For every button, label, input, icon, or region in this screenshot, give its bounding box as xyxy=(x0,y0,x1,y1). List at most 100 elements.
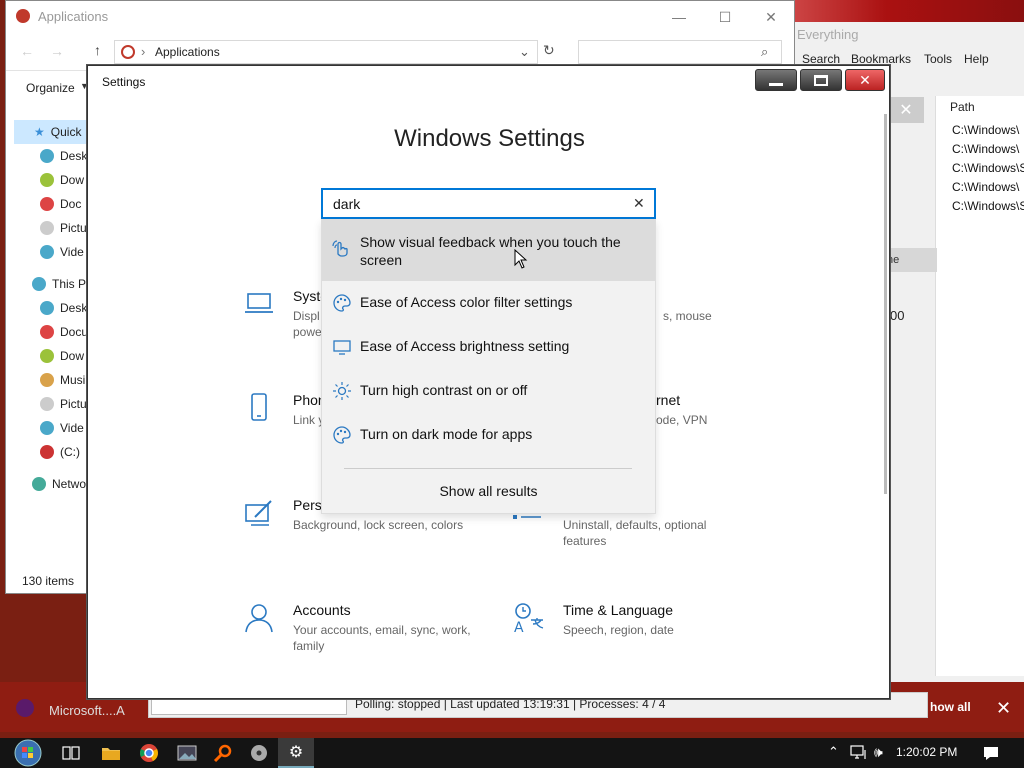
refresh-icon[interactable]: ↻ xyxy=(543,42,555,59)
suggestion-item[interactable]: Turn high contrast on or off xyxy=(322,369,655,413)
nav-item[interactable]: ★ Quick xyxy=(14,120,86,144)
taskbar-photos[interactable] xyxy=(172,738,202,768)
clear-icon[interactable]: ✕ xyxy=(633,195,645,212)
videos-icon xyxy=(40,245,54,259)
minimize-button[interactable]: — xyxy=(656,1,702,33)
status-text: Polling: stopped | Last updated 13:19:31… xyxy=(355,697,666,711)
menu-bookmarks[interactable]: Bookmarks xyxy=(851,52,911,66)
chevron-down-icon[interactable]: ⌄ xyxy=(519,44,530,60)
phone-icon xyxy=(251,393,267,421)
menu-help[interactable]: Help xyxy=(964,52,989,66)
download-icon xyxy=(40,349,54,363)
suggestion-label: Show visual feedback when you touch the … xyxy=(360,234,621,268)
search-icon: ⌕ xyxy=(761,44,769,59)
menu-search[interactable]: Search xyxy=(802,52,840,66)
search-field[interactable]: ⌕ xyxy=(578,40,782,64)
network-icon[interactable] xyxy=(850,745,868,761)
app-icon xyxy=(16,9,30,23)
minimize-icon xyxy=(769,82,783,86)
taskbar-app[interactable] xyxy=(244,738,274,768)
music-icon xyxy=(40,373,54,387)
task-view-button[interactable] xyxy=(56,738,86,768)
drive-icon xyxy=(40,445,54,459)
touch-icon xyxy=(332,240,348,257)
settings-search-input[interactable]: dark ✕ xyxy=(321,188,656,219)
desktop-icon xyxy=(40,149,54,163)
taskbar-chrome[interactable] xyxy=(134,738,164,768)
address-text: Applications xyxy=(155,45,220,59)
palette-icon xyxy=(333,294,351,312)
laptop-icon xyxy=(245,293,273,313)
address-field[interactable]: › Applications ⌄ xyxy=(114,40,538,64)
clock[interactable]: 1:20:02 PM xyxy=(896,745,957,759)
organize-menu[interactable]: Organize xyxy=(26,81,75,95)
chevron-right-icon: › xyxy=(141,44,146,59)
star-icon: ★ xyxy=(34,125,45,139)
back-icon[interactable]: ← xyxy=(20,43,34,59)
tile-description: Background, lock screen, colors xyxy=(293,518,464,532)
close-icon[interactable]: ✕ xyxy=(888,97,924,123)
windows-orb-icon xyxy=(14,739,42,767)
minimize-button[interactable] xyxy=(755,69,797,91)
documents-icon xyxy=(40,197,54,211)
search-suggestions: Show visual feedback when you touch the … xyxy=(321,219,656,514)
maximize-button[interactable]: ☐ xyxy=(702,1,748,33)
maximize-button[interactable] xyxy=(800,69,842,91)
documents-icon xyxy=(40,325,54,339)
path-cell[interactable]: C:\Windows\ xyxy=(952,123,1019,137)
notification-text[interactable]: Microsoft....A xyxy=(49,703,125,718)
volume-icon[interactable]: 🕪 xyxy=(874,744,883,761)
app-icon xyxy=(16,699,34,717)
taskbar: ⚙ ⌃ 🕪 1:20:02 PM xyxy=(0,738,1024,768)
tile-title: Time & Language xyxy=(563,602,673,618)
everything-titlebar: Everything xyxy=(797,27,859,42)
task-view-icon xyxy=(62,746,80,760)
network-icon xyxy=(32,477,46,491)
path-cell[interactable]: C:\Windows\S xyxy=(952,161,1024,175)
menu-tools[interactable]: Tools xyxy=(924,52,952,66)
action-center-icon[interactable] xyxy=(982,745,1000,761)
close-button[interactable]: ✕ xyxy=(748,1,794,33)
monitor-icon xyxy=(333,340,351,355)
desktop-background xyxy=(795,0,1024,22)
suggestion-item[interactable]: Ease of Access color filter settings xyxy=(322,281,655,325)
suggestion-item[interactable]: Show visual feedback when you touch the … xyxy=(322,220,655,281)
path-column-header[interactable]: Path xyxy=(950,100,975,114)
maximize-icon xyxy=(814,74,828,86)
up-icon[interactable]: ↑ xyxy=(94,42,101,58)
mouse-cursor-icon xyxy=(514,249,528,269)
show-all-results-link[interactable]: Show all results xyxy=(322,483,655,499)
desktop-icon xyxy=(40,301,54,315)
path-cell[interactable]: C:\Windows\ xyxy=(952,142,1019,156)
pictures-icon xyxy=(40,221,54,235)
close-icon: ✕ xyxy=(859,71,871,88)
suggestion-item[interactable]: Turn on dark mode for apps xyxy=(322,413,655,457)
show-all-button[interactable]: how all xyxy=(930,700,971,714)
folder-icon xyxy=(102,748,120,760)
person-icon xyxy=(245,604,273,633)
taskbar-settings[interactable]: ⚙ xyxy=(278,738,314,768)
brightness-icon xyxy=(333,382,351,400)
path-cell[interactable]: C:\Windows\ xyxy=(952,180,1019,194)
tile-description: s, mouse xyxy=(663,309,712,323)
location-icon xyxy=(121,45,135,59)
chrome-icon xyxy=(140,744,158,762)
path-cell[interactable]: C:\Windows\S xyxy=(952,199,1024,213)
close-button[interactable]: ✕ xyxy=(845,69,885,91)
taskbar-search[interactable] xyxy=(208,738,238,768)
chevron-up-icon[interactable]: ⌃ xyxy=(828,744,839,760)
photos-icon xyxy=(177,745,197,761)
page-title: Windows Settings xyxy=(394,125,585,152)
explorer-titlebar: Applications — ☐ ✕ xyxy=(6,1,794,33)
settings-window: Settings ✕ Windows Settings Syste Displ … xyxy=(87,65,890,699)
videos-icon xyxy=(40,421,54,435)
close-icon[interactable]: ✕ xyxy=(996,698,1011,719)
suggestion-item[interactable]: Ease of Access brightness setting xyxy=(322,325,655,369)
forward-icon[interactable]: → xyxy=(50,43,64,59)
window-title: Settings xyxy=(102,75,146,89)
start-button[interactable] xyxy=(8,738,48,768)
scrollbar[interactable] xyxy=(884,114,887,494)
palette-icon xyxy=(333,426,351,444)
divider xyxy=(344,468,632,469)
taskbar-explorer[interactable] xyxy=(96,738,126,768)
